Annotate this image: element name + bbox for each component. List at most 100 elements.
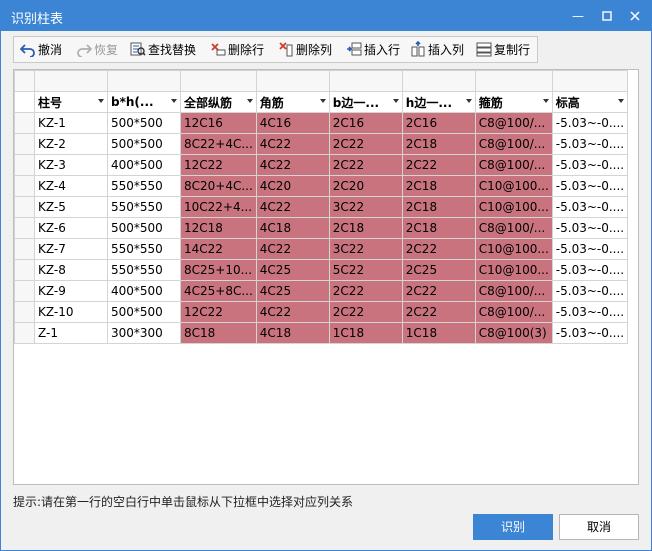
blank-cell[interactable] [107,70,181,92]
table-cell[interactable]: KZ-10 [34,301,108,323]
column-mapping-dropdown[interactable]: 箍筋 [474,91,553,113]
column-mapping-dropdown[interactable]: b*h(... [107,91,181,113]
table-cell[interactable]: -5.03~-0.... [551,196,629,218]
table-row[interactable]: Z-1 300*300 8C18 4C18 1C18 1C18 C8@100(3) -5.03… [14,322,629,344]
table-cell[interactable]: KZ-2 [34,133,108,155]
table-cell[interactable]: 4C25 [255,259,330,281]
find-replace-button[interactable]: 查找替换 [130,40,196,60]
table-cell[interactable]: 12C22 [180,301,257,323]
table-cell[interactable]: -5.03~-0.... [551,112,629,134]
table-cell[interactable]: 550*550 [107,196,181,218]
column-mapping-dropdown[interactable]: b边一... [328,91,403,113]
table-cell[interactable]: 2C18 [401,133,476,155]
table-cell[interactable]: 10C22+4... [180,196,257,218]
table-row[interactable]: KZ-2 500*500 8C22+4C... 4C22 2C22 2C18 C8@100/… [14,133,629,155]
table-cell[interactable]: C8@100/... [474,280,553,302]
table-cell[interactable]: 2C25 [401,259,476,281]
table-cell[interactable]: 3C22 [328,238,403,260]
table-cell[interactable]: 500*500 [107,217,181,239]
table-cell[interactable]: 4C22 [255,133,330,155]
table-cell[interactable]: 550*550 [107,259,181,281]
table-cell[interactable]: 4C22 [255,301,330,323]
column-table-grid[interactable]: 柱号 b*h(... 全部纵筋 角筋 b边一... h边一... 箍筋 标高 KZ-1 500*5… [13,69,639,485]
table-cell[interactable]: 2C22 [328,133,403,155]
table-cell[interactable]: KZ-9 [34,280,108,302]
table-cell[interactable]: C10@100... [474,259,553,281]
blank-cell[interactable] [401,70,476,92]
blank-cell[interactable] [474,70,553,92]
row-header-cell[interactable] [14,196,35,218]
table-cell[interactable]: 2C22 [328,301,403,323]
blank-cell[interactable] [328,70,403,92]
table-cell[interactable]: 12C16 [180,112,257,134]
insert-row-button[interactable]: 插入行 [346,40,400,60]
table-cell[interactable]: C10@100... [474,175,553,197]
table-cell[interactable]: 300*300 [107,322,181,344]
table-cell[interactable]: 2C22 [328,154,403,176]
table-cell[interactable]: 500*500 [107,301,181,323]
table-cell[interactable]: 1C18 [328,322,403,344]
table-cell[interactable]: -5.03~-0.... [551,175,629,197]
table-cell[interactable]: 1C18 [401,322,476,344]
table-cell[interactable]: 4C25 [255,280,330,302]
table-cell[interactable]: 2C18 [401,175,476,197]
table-cell[interactable]: 2C22 [401,280,476,302]
table-cell[interactable]: 400*500 [107,280,181,302]
table-cell[interactable]: 5C22 [328,259,403,281]
minimize-icon[interactable]: — [567,6,589,26]
table-cell[interactable]: KZ-8 [34,259,108,281]
table-cell[interactable]: 12C22 [180,154,257,176]
table-cell[interactable]: 2C22 [401,301,476,323]
row-header-cell[interactable] [14,112,35,134]
delete-column-button[interactable]: 删除列 [278,40,332,60]
table-cell[interactable]: C8@100/... [474,133,553,155]
row-header-cell[interactable] [14,175,35,197]
table-cell[interactable]: 500*500 [107,112,181,134]
table-cell[interactable]: 3C22 [328,196,403,218]
table-cell[interactable]: 500*500 [107,133,181,155]
table-cell[interactable]: -5.03~-0.... [551,259,629,281]
blank-cell[interactable] [255,70,330,92]
table-cell[interactable]: -5.03~-0.... [551,133,629,155]
table-cell[interactable]: 4C22 [255,196,330,218]
row-header-cell[interactable] [14,301,35,323]
column-mapping-dropdown[interactable]: 标高 [551,91,629,113]
column-mapping-dropdown[interactable]: 柱号 [34,91,108,113]
table-cell[interactable]: 2C18 [328,217,403,239]
column-mapping-dropdown[interactable]: 角筋 [255,91,330,113]
undo-button[interactable]: 撤消 [20,40,62,60]
table-row[interactable]: KZ-3 400*500 12C22 4C22 2C22 2C22 C8@100/... -5… [14,154,629,176]
delete-row-button[interactable]: 删除行 [210,40,264,60]
table-row[interactable]: KZ-7 550*550 14C22 4C22 3C22 2C22 C10@100... -5… [14,238,629,260]
table-row[interactable]: KZ-10 500*500 12C22 4C22 2C22 2C22 C8@100/... -… [14,301,629,323]
title-bar[interactable]: 识别柱表 — [1,1,651,31]
table-cell[interactable]: 2C18 [401,217,476,239]
table-cell[interactable]: 2C18 [401,196,476,218]
table-cell[interactable]: KZ-3 [34,154,108,176]
blank-cell[interactable] [551,70,629,92]
table-cell[interactable]: 8C20+4C... [180,175,257,197]
table-cell[interactable]: -5.03~-0.... [551,322,629,344]
table-row[interactable]: KZ-8 550*550 8C25+10... 4C25 5C22 2C25 C10@100… [14,259,629,281]
table-cell[interactable]: 4C18 [255,322,330,344]
table-cell[interactable]: C10@100... [474,196,553,218]
row-header-cell[interactable] [14,133,35,155]
table-cell[interactable]: KZ-1 [34,112,108,134]
table-cell[interactable]: 8C18 [180,322,257,344]
blank-cell[interactable] [180,70,257,92]
table-cell[interactable]: 2C22 [328,280,403,302]
close-icon[interactable] [624,6,646,26]
table-cell[interactable]: C8@100/... [474,154,553,176]
table-cell[interactable]: KZ-4 [34,175,108,197]
table-cell[interactable]: 2C20 [328,175,403,197]
table-cell[interactable]: C8@100/... [474,301,553,323]
table-cell[interactable]: 4C20 [255,175,330,197]
copy-row-button[interactable]: 复制行 [476,40,530,60]
redo-button[interactable]: 恢复 [76,40,118,60]
table-cell[interactable]: C10@100... [474,238,553,260]
table-cell[interactable]: Z-1 [34,322,108,344]
table-cell[interactable]: C8@100/... [474,112,553,134]
table-cell[interactable]: KZ-7 [34,238,108,260]
column-mapping-dropdown[interactable]: h边一... [401,91,476,113]
blank-cell[interactable] [34,70,108,92]
